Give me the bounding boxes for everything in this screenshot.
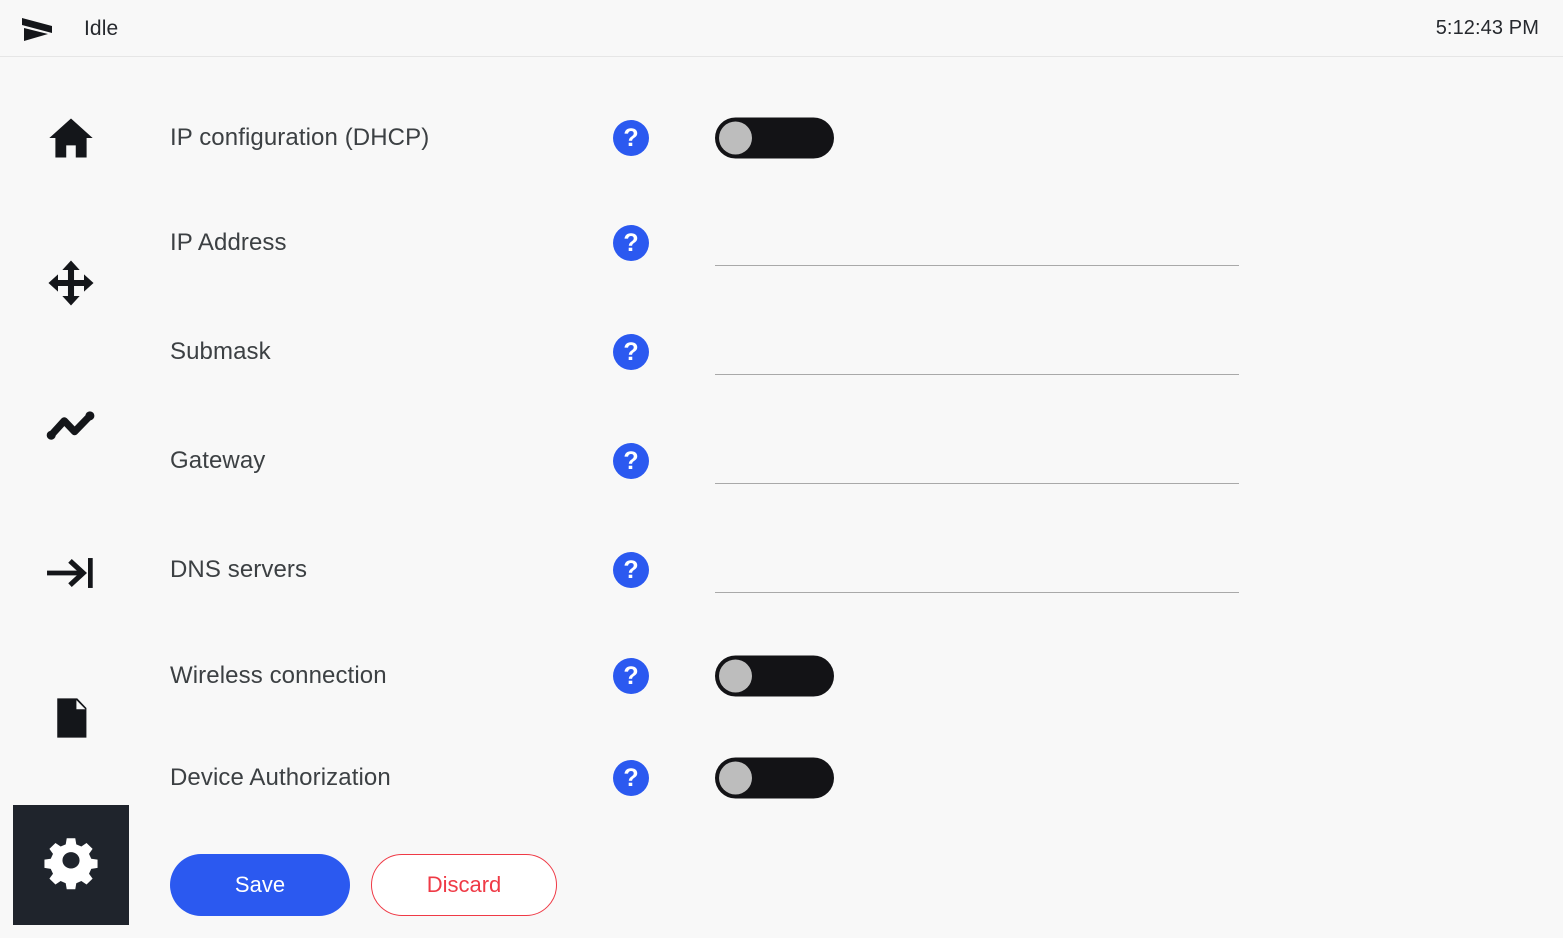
- sidebar-item-files[interactable]: [13, 658, 129, 778]
- send-arrow-logo-icon: [18, 12, 70, 46]
- setting-row-submask: Submask ?: [143, 312, 1563, 392]
- settings-content: IP configuration (DHCP) ? IP Address ? S…: [143, 58, 1563, 938]
- status-label: Idle: [84, 17, 119, 40]
- help-icon[interactable]: ?: [613, 552, 649, 588]
- setting-row-gateway: Gateway ?: [143, 421, 1563, 501]
- setting-row-device-auth: Device Authorization ?: [143, 738, 1563, 818]
- setting-row-ip-address: IP Address ?: [143, 203, 1563, 283]
- sidebar-item-jog[interactable]: [13, 513, 129, 633]
- line-chart-icon: [44, 401, 98, 455]
- setting-label: Submask: [170, 338, 271, 365]
- help-icon[interactable]: ?: [613, 443, 649, 479]
- sidebar-item-home[interactable]: [13, 78, 129, 198]
- submask-input[interactable]: [715, 329, 1239, 375]
- help-icon[interactable]: ?: [613, 760, 649, 796]
- toggle-knob: [719, 121, 752, 155]
- setting-row-dhcp: IP configuration (DHCP) ?: [143, 98, 1563, 178]
- toggle-knob: [719, 659, 752, 693]
- device-authorization-toggle[interactable]: [715, 757, 834, 799]
- dhcp-toggle[interactable]: [715, 117, 834, 159]
- setting-row-dns: DNS servers ?: [143, 530, 1563, 610]
- dns-servers-input[interactable]: [715, 547, 1239, 593]
- discard-button[interactable]: Discard: [371, 854, 557, 916]
- move-arrows-icon: [45, 257, 97, 309]
- ip-address-input[interactable]: [715, 220, 1239, 266]
- sidebar-item-chart[interactable]: [13, 368, 129, 488]
- sidebar-item-settings[interactable]: [13, 805, 129, 925]
- sidebar-item-movement[interactable]: [13, 223, 129, 343]
- setting-label: IP configuration (DHCP): [170, 124, 430, 151]
- save-button[interactable]: Save: [170, 854, 350, 916]
- clock-label: 5:12:43 PM: [1435, 17, 1539, 39]
- arrow-to-line-icon: [44, 546, 98, 600]
- action-buttons: Save Discard: [170, 853, 557, 917]
- help-icon[interactable]: ?: [613, 658, 649, 694]
- help-icon[interactable]: ?: [613, 225, 649, 261]
- sidebar-nav: [0, 58, 143, 938]
- help-icon[interactable]: ?: [613, 334, 649, 370]
- setting-label: Wireless connection: [170, 662, 387, 689]
- home-icon: [45, 112, 97, 164]
- toggle-knob: [719, 761, 752, 795]
- setting-label: DNS servers: [170, 556, 308, 583]
- document-icon: [46, 693, 96, 743]
- setting-row-wireless: Wireless connection ?: [143, 636, 1563, 716]
- app-header: Idle 5:12:43 PM: [0, 0, 1563, 57]
- setting-label: Gateway: [170, 447, 266, 474]
- wireless-toggle[interactable]: [715, 655, 834, 697]
- help-icon[interactable]: ?: [613, 120, 649, 156]
- settings-screen: Idle 5:12:43 PM IP configuration (DHCP) …: [0, 0, 1563, 938]
- setting-label: Device Authorization: [170, 764, 391, 791]
- gear-icon: [44, 838, 98, 892]
- setting-label: IP Address: [170, 229, 287, 256]
- gateway-input[interactable]: [715, 438, 1239, 484]
